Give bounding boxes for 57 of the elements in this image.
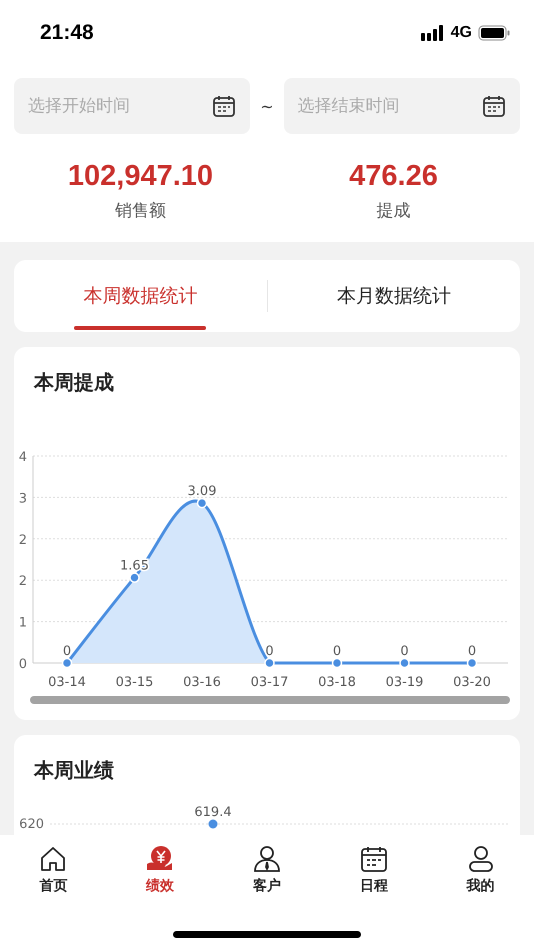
- data-label: 0: [468, 644, 476, 659]
- nav-item[interactable]: 我的: [427, 845, 534, 895]
- person-tie-icon: [252, 845, 281, 873]
- axis-category-label: 03-16: [183, 675, 221, 690]
- data-point: [466, 658, 478, 668]
- range-separator: ~: [260, 96, 274, 116]
- period-tab[interactable]: 本月数据统计: [268, 260, 520, 332]
- axis-tick-label: 620: [19, 817, 44, 832]
- end-date-field[interactable]: 选择结束时间: [284, 78, 520, 134]
- data-point: [208, 820, 218, 828]
- axis-tick-label: 2: [18, 574, 27, 590]
- calendar-icon: [482, 94, 506, 118]
- axis-tick-label: 0: [18, 657, 27, 672]
- status-time: 21:48: [40, 21, 94, 45]
- nav-item[interactable]: 绩效: [106, 845, 214, 895]
- data-point: [62, 658, 72, 668]
- data-label: 3.09: [188, 484, 216, 500]
- network-label: 4G: [450, 24, 472, 42]
- data-label: 0: [332, 644, 342, 659]
- summary-label: 提成: [376, 200, 410, 222]
- summary-label: 销售额: [115, 200, 166, 222]
- summary-value: 102,947.10: [68, 160, 214, 193]
- data-point: [264, 658, 275, 668]
- axis-tick-label: 4: [18, 450, 27, 465]
- period-tab[interactable]: 本周数据统计: [14, 260, 266, 332]
- start-date-field[interactable]: 选择开始时间: [14, 78, 250, 134]
- data-point: [399, 658, 410, 668]
- axis-tick-label: 2: [18, 532, 27, 548]
- person-icon: [466, 845, 495, 873]
- home-icon: [39, 845, 68, 873]
- card-title: 本周提成: [32, 369, 115, 396]
- yen-hand-icon: [146, 845, 174, 873]
- axis-category-label: 03-14: [48, 675, 86, 690]
- summary-value: 476.26: [349, 160, 438, 193]
- nav-item[interactable]: 客户: [214, 845, 320, 895]
- data-point: [332, 658, 342, 668]
- data-point: [196, 498, 208, 508]
- calendar-icon: [360, 845, 388, 873]
- axis-category-label: 03-19: [386, 675, 424, 690]
- data-point: [129, 572, 140, 583]
- data-label: 0: [265, 644, 274, 659]
- axis-category-label: 03-17: [250, 675, 288, 690]
- data-label: 619.4: [194, 805, 232, 820]
- axis-category-label: 03-20: [453, 675, 491, 690]
- battery-icon: [478, 25, 510, 41]
- axis-tick-label: 3: [18, 491, 27, 506]
- card-title: 本周业绩: [32, 757, 115, 784]
- axis-category-label: 03-18: [318, 675, 356, 690]
- nav-item[interactable]: 日程: [320, 845, 428, 895]
- axis-tick-label: 1: [18, 616, 27, 631]
- nav-item[interactable]: 首页: [0, 845, 107, 895]
- signal-icon: [420, 25, 445, 41]
- axis-category-label: 03-15: [116, 675, 154, 690]
- scrollbar[interactable]: [30, 696, 510, 704]
- calendar-icon: [212, 94, 236, 118]
- data-label: 0: [400, 644, 409, 659]
- data-label: 0: [62, 644, 72, 659]
